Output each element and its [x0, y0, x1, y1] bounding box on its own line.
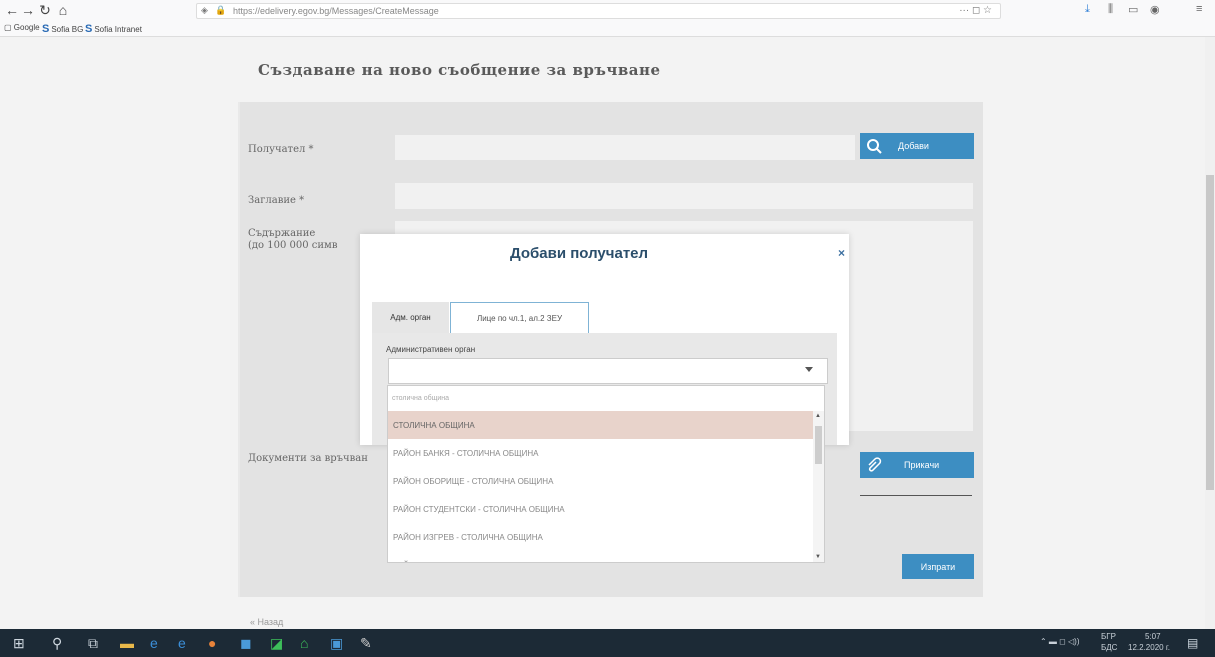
attach-button[interactable]: Прикачи — [860, 452, 974, 478]
documents-label: Документи за връчван — [248, 453, 368, 464]
recipient-label: Получател * — [248, 144, 314, 155]
task-view-icon[interactable]: ⧉ — [88, 635, 98, 652]
reload-icon[interactable]: ↻ — [37, 2, 53, 19]
content-label-line2: (до 100 000 симв — [248, 240, 338, 251]
edge-icon[interactable]: e — [178, 635, 186, 651]
url-text: https://edelivery.egov.bg/Messages/Creat… — [233, 6, 439, 16]
content-label-line1: Съдържание — [248, 228, 316, 239]
excel-icon[interactable]: ◪ — [270, 635, 283, 652]
back-link[interactable]: « Назад — [250, 617, 283, 627]
search-icon — [860, 134, 888, 158]
admin-body-label: Административен орган — [386, 345, 476, 354]
extension-icon[interactable]: ◉ — [1150, 3, 1160, 16]
home-app-icon[interactable]: ⌂ — [300, 635, 308, 651]
paperclip-icon — [860, 453, 888, 477]
lock-icon: 🔒 — [215, 5, 227, 15]
system-tray-icons[interactable]: ⌃ ▬ ◻ ◁)) — [1040, 637, 1080, 646]
chevron-down-icon — [805, 367, 813, 372]
page-scrollbar-thumb[interactable] — [1206, 175, 1214, 490]
sidebar-icon[interactable]: ▭ — [1128, 3, 1138, 16]
add-recipient-button[interactable]: Добави — [860, 133, 974, 159]
dropdown-option[interactable]: СТОЛИЧНА ОБЩИНА — [388, 411, 813, 439]
dropdown-option[interactable]: РАЙОН ОБОРИЩЕ - СТОЛИЧНА ОБЩИНА — [388, 467, 813, 495]
file-explorer-icon[interactable]: ▬ — [120, 635, 134, 651]
dropdown-scrollbar-thumb[interactable] — [815, 426, 822, 464]
library-icon[interactable]: ⫼ — [1108, 3, 1113, 16]
subject-label: Заглавие * — [248, 195, 305, 206]
admin-body-select[interactable] — [388, 358, 828, 384]
search-icon[interactable]: ⚲ — [52, 635, 62, 652]
input-language[interactable]: БГР — [1101, 632, 1116, 641]
dropdown-search-input[interactable]: столична община — [388, 386, 813, 411]
scroll-up-icon[interactable]: ▲ — [815, 413, 821, 419]
divider — [860, 495, 972, 496]
close-icon[interactable]: × — [838, 246, 845, 260]
home-icon[interactable]: ⌂ — [55, 2, 71, 18]
subject-field[interactable] — [395, 183, 973, 209]
dropdown-scrollbar[interactable]: ▲ ▼ — [813, 411, 824, 562]
tab-admin-body[interactable]: Адм. орган — [372, 302, 449, 333]
page-actions-icon[interactable]: ··· ◻ ☆ — [959, 5, 992, 16]
windows-taskbar: ⊞ ⚲ ⧉ ▬ e e ● ◼ ◪ ⌂ ▣ ✎ ⌃ ▬ ◻ ◁)) БГР БД… — [0, 629, 1215, 657]
outlook-icon[interactable]: ◼ — [240, 635, 252, 652]
scroll-down-icon[interactable]: ▼ — [815, 554, 821, 560]
clock-time[interactable]: 5:07 — [1145, 632, 1161, 641]
firefox-icon[interactable]: ● — [208, 635, 216, 651]
dropdown-option[interactable]: РАЙОН ИЗГРЕВ - СТОЛИЧНА ОБЩИНА — [388, 523, 813, 551]
windows-start-icon[interactable]: ⊞ — [13, 635, 25, 652]
download-icon[interactable]: ⤓ — [1085, 3, 1090, 16]
input-layout[interactable]: БДС — [1101, 643, 1117, 652]
bookmarks-bar: ▢ Google S Sofia BG S Sofia Intranet — [0, 22, 1215, 37]
bookmark-sofia-intranet[interactable]: S Sofia Intranet — [85, 23, 142, 35]
clock-date[interactable]: 12.2.2020 г. — [1128, 643, 1170, 652]
menu-icon[interactable]: ≡ — [1196, 3, 1202, 15]
attach-button-label: Прикачи — [904, 460, 940, 470]
internet-explorer-icon[interactable]: e — [150, 635, 158, 651]
bookmark-sofia-bg[interactable]: S Sofia BG — [42, 23, 83, 35]
back-arrow-icon[interactable]: ← — [4, 2, 20, 18]
admin-body-dropdown: столична община СТОЛИЧНА ОБЩИНА РАЙОН БА… — [387, 385, 825, 563]
shield-icon: ◈ — [201, 5, 208, 15]
app-icon[interactable]: ▣ — [330, 635, 343, 652]
add-button-label: Добави — [898, 141, 929, 151]
dropdown-option[interactable]: РАЙОН МЛАДОСТ - СТОЛИЧНА ОБЩИНА — [388, 551, 813, 562]
modal-title: Добави получател — [510, 245, 649, 262]
tab-person-article[interactable]: Лице по чл.1, ал.2 ЗЕУ — [450, 302, 589, 333]
address-bar[interactable]: ◈ 🔒 https://edelivery.egov.bg/Messages/C… — [196, 3, 1001, 19]
notification-icon[interactable]: ▤ — [1187, 636, 1198, 650]
browser-toolbar: ← → ↻ ⌂ ◈ 🔒 https://edelivery.egov.bg/Me… — [0, 0, 1215, 22]
paint-icon[interactable]: ✎ — [360, 635, 372, 652]
dropdown-option[interactable]: РАЙОН СТУДЕНТСКИ - СТОЛИЧНА ОБЩИНА — [388, 495, 813, 523]
page-title: Създаване на ново съобщение за връчване — [258, 61, 661, 79]
send-button[interactable]: Изпрати — [902, 554, 974, 579]
recipient-field[interactable] — [395, 135, 855, 160]
dropdown-option[interactable]: РАЙОН БАНКЯ - СТОЛИЧНА ОБЩИНА — [388, 439, 813, 467]
bookmark-google[interactable]: ▢ Google — [4, 23, 40, 32]
forward-arrow-icon[interactable]: → — [20, 2, 36, 18]
